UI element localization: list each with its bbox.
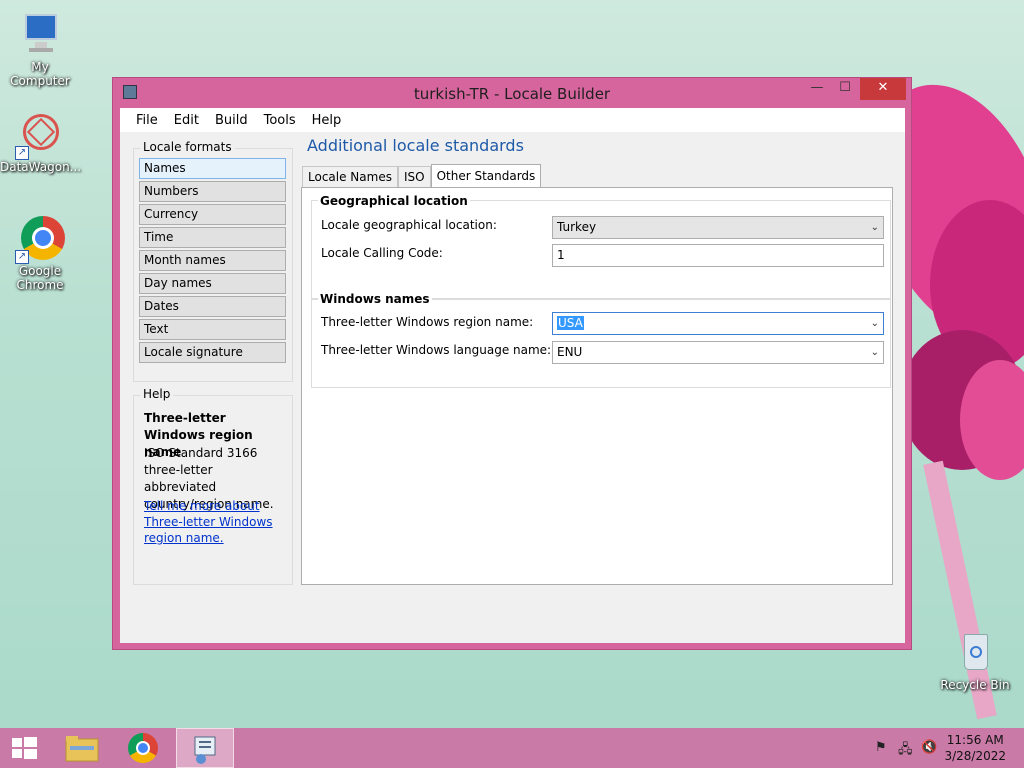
minimize-button[interactable]: —	[803, 78, 831, 100]
datawagon-icon: ↗	[15, 112, 63, 160]
menu-file[interactable]: File	[128, 113, 166, 128]
tab-locale-names[interactable]: Locale Names	[302, 166, 398, 188]
menu-tools[interactable]: Tools	[256, 113, 304, 128]
format-text-button[interactable]: Text	[139, 319, 286, 340]
window-title: turkish-TR - Locale Builder	[413, 85, 611, 103]
format-locale-signature-button[interactable]: Locale signature	[139, 342, 286, 363]
geo-location-label: Locale geographical location:	[321, 218, 497, 232]
help-label: Help	[140, 387, 174, 401]
desktop-icon-datawagon[interactable]: ↗ DataWagon...	[0, 112, 82, 174]
calling-code-input[interactable]: 1	[552, 244, 884, 267]
chevron-down-icon: ⌄	[870, 222, 879, 233]
windows-names-group: Windows names Three-letter Windows regio…	[311, 292, 891, 388]
recycle-bin-icon	[952, 630, 998, 676]
region-name-dropdown[interactable]: USA ⌄	[552, 312, 884, 335]
tab-other-standards[interactable]: Other Standards	[430, 164, 542, 188]
format-numbers-button[interactable]: Numbers	[139, 181, 286, 202]
desktop-icon-label: Google Chrome	[16, 264, 64, 292]
shortcut-arrow-icon: ↗	[15, 250, 29, 264]
window-client-area: File Edit Build Tools Help Locale format…	[120, 108, 905, 643]
region-name-label: Three-letter Windows region name:	[321, 315, 534, 329]
format-names-button[interactable]: Names	[139, 158, 286, 179]
taskbar-locale-builder[interactable]	[176, 728, 234, 768]
desktop-icon-recycle-bin[interactable]: Recycle Bin	[935, 630, 1015, 692]
clock-date: 3/28/2022	[944, 749, 1006, 763]
menu-bar: File Edit Build Tools Help	[120, 108, 905, 132]
maximize-button[interactable]: ☐	[831, 78, 859, 100]
chrome-icon: ↗	[15, 216, 65, 264]
windows-logo-icon	[12, 737, 37, 759]
locale-builder-icon	[194, 736, 216, 764]
desktop-icon-label: My Computer	[10, 60, 70, 88]
windows-names-label: Windows names	[318, 292, 432, 306]
title-bar[interactable]: turkish-TR - Locale Builder — ☐ ✕	[113, 78, 911, 108]
language-name-dropdown[interactable]: ENU ⌄	[552, 341, 884, 364]
format-dates-button[interactable]: Dates	[139, 296, 286, 317]
region-name-value: USA	[557, 316, 584, 330]
start-button[interactable]	[0, 728, 56, 768]
locale-formats-group: Locale formats Names Numbers Currency Ti…	[133, 140, 293, 382]
menu-build[interactable]: Build	[207, 113, 256, 128]
locale-formats-label: Locale formats	[140, 140, 235, 154]
folder-icon	[65, 736, 99, 762]
format-currency-button[interactable]: Currency	[139, 204, 286, 225]
tab-iso[interactable]: ISO	[397, 166, 431, 188]
language-name-label: Three-letter Windows language name:	[321, 343, 552, 357]
help-more-link[interactable]: Tell me more about Three-letter Windows …	[144, 498, 274, 546]
desktop-icon-google-chrome[interactable]: ↗ Google Chrome	[0, 216, 80, 292]
clock-time: 11:56 AM	[946, 733, 1004, 747]
action-center-flag-icon[interactable]: ⚑	[875, 740, 887, 755]
taskbar-google-chrome[interactable]	[116, 728, 172, 768]
shortcut-arrow-icon: ↗	[15, 146, 29, 160]
chevron-down-icon: ⌄	[870, 347, 879, 358]
help-group: Help Three-letter Windows region name IS…	[133, 387, 293, 585]
page-title: Additional locale standards	[307, 136, 524, 155]
geographical-location-group: Geographical location Locale geographica…	[311, 194, 891, 300]
locale-builder-window: turkish-TR - Locale Builder — ☐ ✕ File E…	[112, 77, 912, 650]
menu-edit[interactable]: Edit	[166, 113, 207, 128]
menu-help[interactable]: Help	[304, 113, 350, 128]
geo-location-value: Turkey	[557, 220, 597, 234]
format-day-names-button[interactable]: Day names	[139, 273, 286, 294]
chevron-down-icon: ⌄	[870, 318, 879, 329]
format-month-names-button[interactable]: Month names	[139, 250, 286, 271]
other-standards-panel: Geographical location Locale geographica…	[301, 187, 893, 585]
network-icon[interactable]: 🖧	[898, 740, 913, 762]
geographical-location-label: Geographical location	[318, 194, 470, 208]
close-button[interactable]: ✕	[860, 78, 906, 100]
volume-muted-icon[interactable]: 🔇	[921, 740, 937, 755]
geo-location-dropdown[interactable]: Turkey ⌄	[552, 216, 884, 239]
desktop-icon-my-computer[interactable]: My Computer	[0, 12, 80, 88]
desktop-icon-label: Recycle Bin	[940, 678, 1010, 692]
desktop-icon-label: DataWagon...	[0, 160, 82, 174]
taskbar-file-explorer[interactable]	[56, 728, 112, 768]
taskbar: ⚑ 🖧 🔇 11:56 AM 3/28/2022	[0, 728, 1024, 768]
computer-icon	[17, 12, 63, 58]
format-time-button[interactable]: Time	[139, 227, 286, 248]
language-name-value: ENU	[557, 345, 583, 359]
system-clock[interactable]: 11:56 AM 3/28/2022	[944, 732, 1006, 764]
tab-strip: Locale Names ISO Other Standards	[302, 164, 542, 188]
calling-code-label: Locale Calling Code:	[321, 246, 443, 260]
